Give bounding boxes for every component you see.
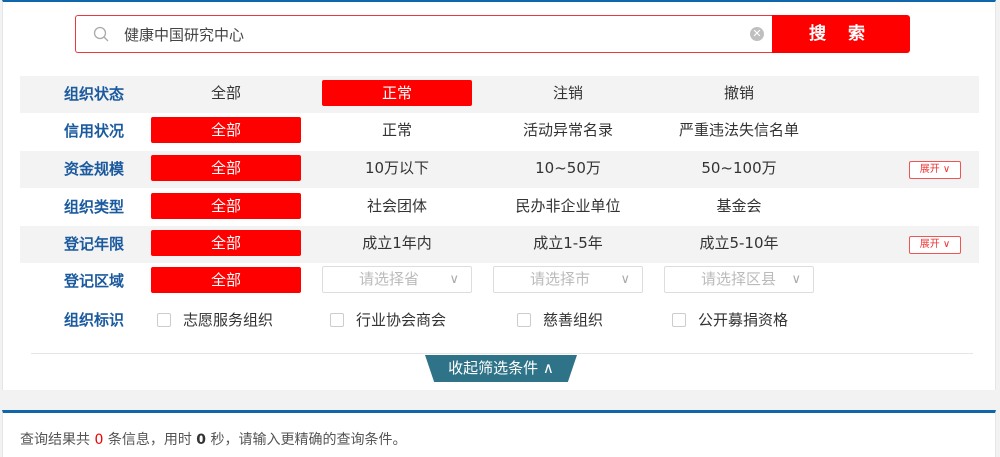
divider [31, 353, 973, 354]
type-option-all[interactable]: 全部 [151, 193, 301, 219]
province-select[interactable]: 请选择省 ∨ [322, 266, 472, 293]
filter-label-credit: 信用状况 [64, 122, 125, 140]
years-option-5-10[interactable]: 成立5-10年 [664, 230, 814, 256]
status-option-revoked[interactable]: 撤销 [664, 80, 814, 106]
funds-option-10-50w[interactable]: 10~50万 [493, 155, 643, 181]
district-select[interactable]: 请选择区县 ∨ [664, 266, 814, 293]
filter-label-status: 组织状态 [64, 85, 125, 103]
filter-label-funds: 资金规模 [64, 160, 125, 178]
years-option-1-5[interactable]: 成立1-5年 [493, 230, 643, 256]
result-time: 0 [196, 432, 207, 448]
status-option-normal[interactable]: 正常 [322, 80, 472, 106]
type-option-private-nonprofit[interactable]: 民办非企业单位 [493, 193, 643, 219]
filter-row-credit: 信用状况 全部 正常 活动异常名录 严重违法失信名单 [20, 113, 979, 150]
filter-row-tags: 组织标识 志愿服务组织 行业协会商会 慈善组织 公开募捐资格 [20, 302, 979, 339]
filter-label-region: 登记区域 [64, 272, 125, 290]
funds-expand-button[interactable]: 展开 ∨ [909, 161, 961, 179]
search-input[interactable] [124, 22, 704, 46]
filter-label-tags: 组织标识 [64, 311, 125, 329]
funds-option-under-10w[interactable]: 10万以下 [322, 155, 472, 181]
filter-row-region: 登记区域 全部 请选择省 ∨ 请选择市 ∨ 请选择区县 ∨ [20, 263, 979, 300]
credit-option-normal[interactable]: 正常 [322, 117, 472, 143]
result-summary: 查询结果共 0 条信息，用时 0 秒，请输入更精确的查询条件。 [20, 432, 407, 448]
checkbox[interactable] [330, 313, 344, 327]
tag-checkbox-industry-association[interactable]: 行业协会商会 [330, 310, 446, 330]
checkbox[interactable] [157, 313, 171, 327]
city-select[interactable]: 请选择市 ∨ [493, 266, 643, 293]
filter-row-funds: 资金规模 全部 10万以下 10~50万 50~100万 展开 ∨ [20, 151, 979, 188]
tag-checkbox-public-fundraising[interactable]: 公开募捐资格 [672, 310, 788, 330]
status-option-cancelled[interactable]: 注销 [493, 80, 643, 106]
status-option-all[interactable]: 全部 [151, 80, 301, 106]
search-icon [92, 25, 112, 45]
years-option-all[interactable]: 全部 [151, 230, 301, 256]
filter-row-type: 组织类型 全部 社会团体 民办非企业单位 基金会 [20, 189, 979, 226]
chevron-down-icon: ∨ [620, 272, 630, 287]
type-option-social-group[interactable]: 社会团体 [322, 193, 472, 219]
filter-row-years: 登记年限 全部 成立1年内 成立1-5年 成立5-10年 展开 ∨ [20, 226, 979, 263]
chevron-down-icon: ∨ [939, 164, 951, 175]
filter-panel: ✕ 搜 索 组织状态 全部 正常 注销 撤销 信用状况 全部 正常 活动异常名录… [2, 0, 996, 390]
credit-option-abnormal[interactable]: 活动异常名录 [493, 117, 643, 143]
years-option-under-1[interactable]: 成立1年内 [322, 230, 472, 256]
clear-icon[interactable]: ✕ [750, 27, 764, 41]
funds-option-all[interactable]: 全部 [151, 155, 301, 181]
years-expand-button[interactable]: 展开 ∨ [909, 236, 961, 254]
tag-checkbox-charity[interactable]: 慈善组织 [517, 310, 603, 330]
checkbox[interactable] [517, 313, 531, 327]
region-option-all[interactable]: 全部 [151, 267, 301, 293]
checkbox[interactable] [672, 313, 686, 327]
filter-label-type: 组织类型 [64, 198, 125, 216]
collapse-filters-button[interactable]: 收起筛选条件 ∧ [425, 355, 577, 382]
search-box[interactable]: ✕ [75, 15, 772, 53]
type-option-foundation[interactable]: 基金会 [664, 193, 814, 219]
chevron-down-icon: ∨ [939, 239, 951, 250]
search-button[interactable]: 搜 索 [772, 15, 910, 53]
filter-row-status: 组织状态 全部 正常 注销 撤销 [20, 76, 979, 113]
filter-label-years: 登记年限 [64, 235, 125, 253]
credit-option-blacklist[interactable]: 严重违法失信名单 [654, 117, 824, 143]
funds-option-50-100w[interactable]: 50~100万 [664, 155, 814, 181]
result-bar: 查询结果共 0 条信息，用时 0 秒，请输入更精确的查询条件。 [2, 410, 996, 457]
chevron-down-icon: ∨ [449, 272, 459, 287]
result-count: 0 [94, 432, 104, 448]
chevron-up-icon: ∧ [538, 359, 554, 377]
tag-checkbox-volunteer[interactable]: 志愿服务组织 [157, 310, 273, 330]
chevron-down-icon: ∨ [791, 272, 801, 287]
credit-option-all[interactable]: 全部 [151, 117, 301, 143]
